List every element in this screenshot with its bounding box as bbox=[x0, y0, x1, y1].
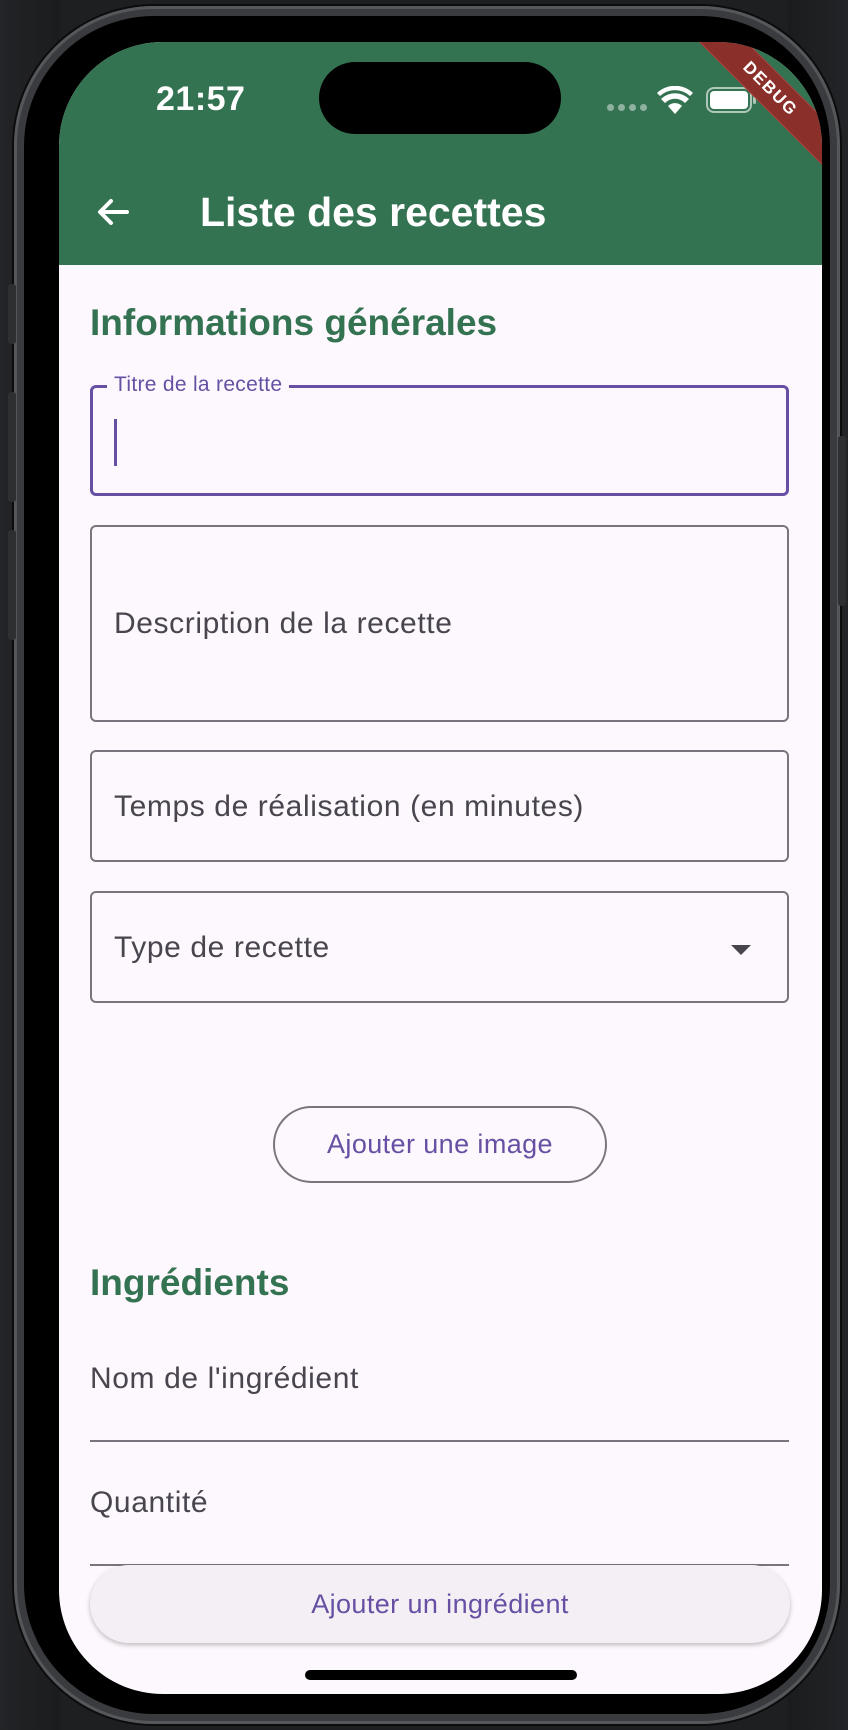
silent-switch bbox=[8, 284, 16, 344]
quantity-placeholder: Quantité bbox=[90, 1486, 209, 1519]
wifi-icon bbox=[657, 86, 693, 114]
description-field[interactable]: Description de la recette bbox=[90, 525, 789, 722]
time-placeholder: Temps de réalisation (en minutes) bbox=[114, 790, 585, 823]
app-bar: 21:57 DEBUG Liste des recettes bbox=[59, 42, 822, 265]
app-screen: 21:57 DEBUG Liste des recettes Informati… bbox=[59, 42, 822, 1694]
ingredient-name-field[interactable]: Nom de l'ingrédient bbox=[90, 1342, 789, 1442]
text-cursor bbox=[114, 419, 117, 466]
home-indicator[interactable] bbox=[305, 1670, 577, 1680]
time-field[interactable]: Temps de réalisation (en minutes) bbox=[90, 750, 789, 862]
add-image-button[interactable]: Ajouter une image bbox=[273, 1106, 607, 1183]
page-title: Liste des recettes bbox=[200, 189, 547, 235]
dropdown-arrow-icon bbox=[731, 945, 751, 955]
general-section-title: Informations générales bbox=[90, 302, 498, 343]
ingredient-name-placeholder: Nom de l'ingrédient bbox=[90, 1362, 359, 1395]
dynamic-island bbox=[319, 62, 561, 134]
volume-down-button bbox=[8, 530, 16, 640]
power-button bbox=[838, 436, 846, 606]
arrow-back-icon[interactable] bbox=[93, 192, 133, 232]
recipe-title-field[interactable]: Titre de la recette bbox=[90, 373, 789, 496]
recipe-title-label: Titre de la recette bbox=[107, 373, 290, 397]
description-placeholder: Description de la recette bbox=[114, 607, 453, 640]
phone-frame: 21:57 DEBUG Liste des recettes Informati… bbox=[8, 6, 846, 1724]
signal-dots-icon bbox=[607, 104, 647, 112]
ingredients-section-title: Ingrédients bbox=[90, 1262, 290, 1303]
status-time: 21:57 bbox=[156, 80, 246, 118]
recipe-type-placeholder: Type de recette bbox=[114, 931, 330, 964]
add-ingredient-button[interactable]: Ajouter un ingrédient bbox=[90, 1565, 790, 1643]
volume-up-button bbox=[8, 392, 16, 502]
quantity-field[interactable]: Quantité bbox=[90, 1466, 789, 1566]
recipe-type-dropdown[interactable]: Type de recette bbox=[90, 891, 789, 1003]
